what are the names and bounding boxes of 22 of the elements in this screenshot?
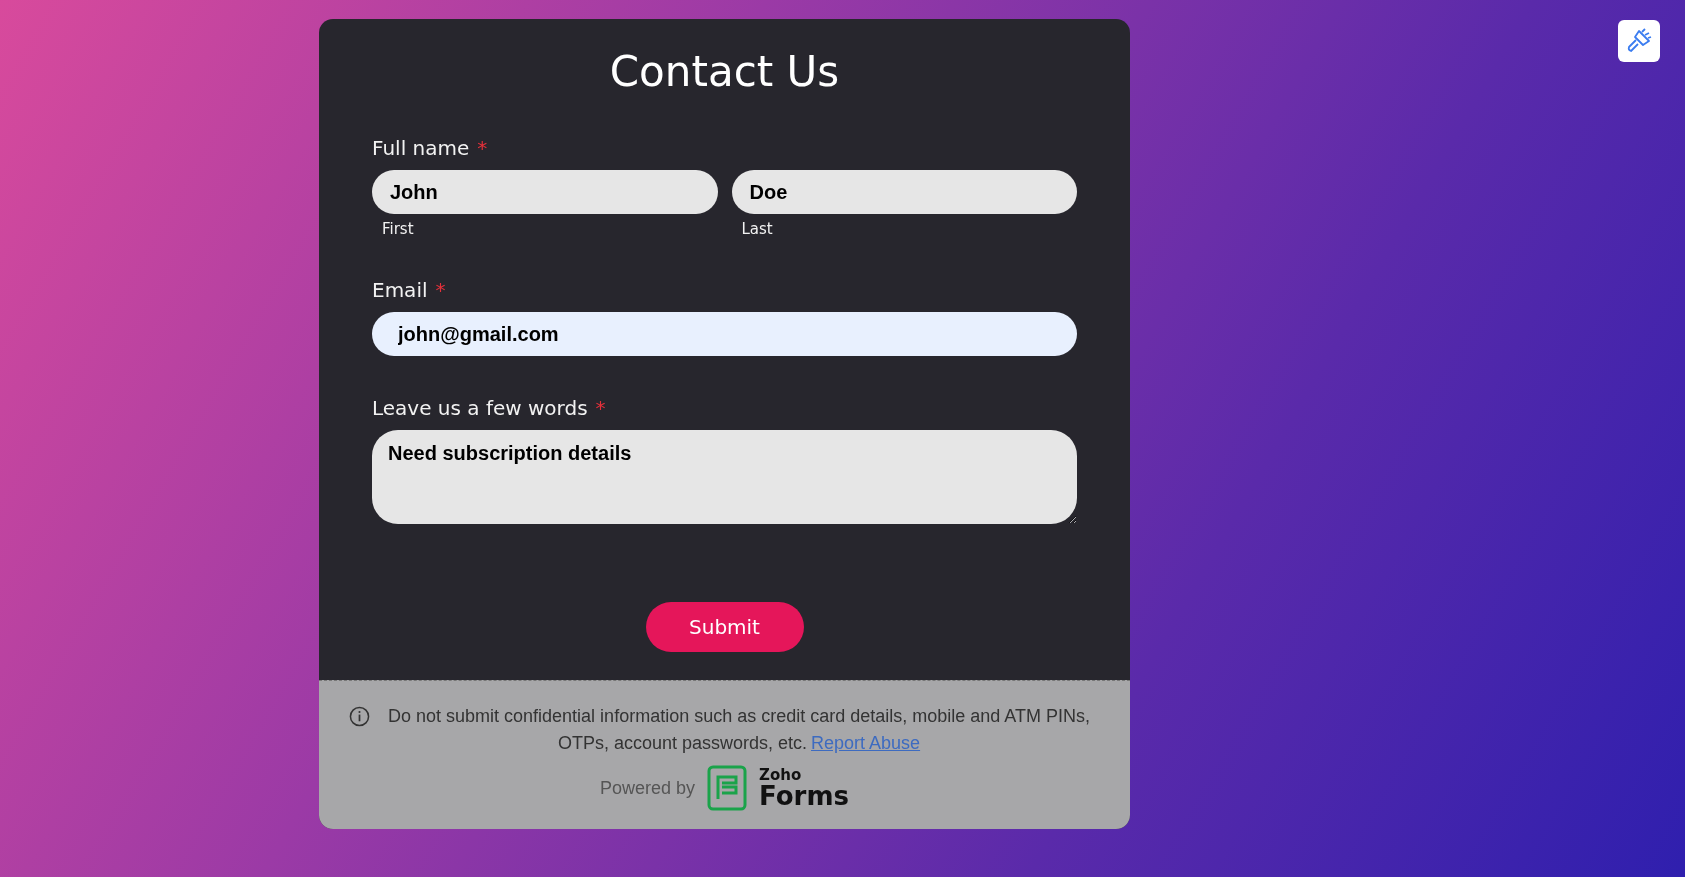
field-sublabel: First xyxy=(382,220,415,238)
notice-text: Do not submit confidential information such as credit card details, mobile and ATM PINs, OTPs, account passwords, etc. Report Abuse xyxy=(387,705,1091,755)
field-label: Email xyxy=(372,278,428,302)
field-sublabel: Last xyxy=(741,220,774,238)
brand-name: Forms xyxy=(759,782,849,809)
form-title: Contact Us xyxy=(608,47,841,96)
field-label: Leave us a few words xyxy=(372,396,588,420)
paintbrush-icon xyxy=(1625,27,1653,55)
powered-by-text: Powered by xyxy=(600,777,696,799)
info-icon xyxy=(349,706,370,727)
text-field[interactable]: Doe xyxy=(731,170,1077,214)
email-field[interactable]: john@gmail.com xyxy=(372,312,1077,356)
forms-logo-icon xyxy=(707,765,748,811)
required-mark: * xyxy=(435,278,446,302)
required-mark: * xyxy=(477,136,488,160)
brand-small-text: Zoho xyxy=(759,767,803,783)
required-mark: * xyxy=(595,396,606,420)
field-label: Full name xyxy=(372,136,470,160)
message-field[interactable]: Need subscription details xyxy=(372,430,1077,524)
paintbrush-button[interactable] xyxy=(1618,20,1660,62)
text-field[interactable]: John xyxy=(372,170,718,214)
submit-button[interactable]: Submit xyxy=(645,602,804,652)
